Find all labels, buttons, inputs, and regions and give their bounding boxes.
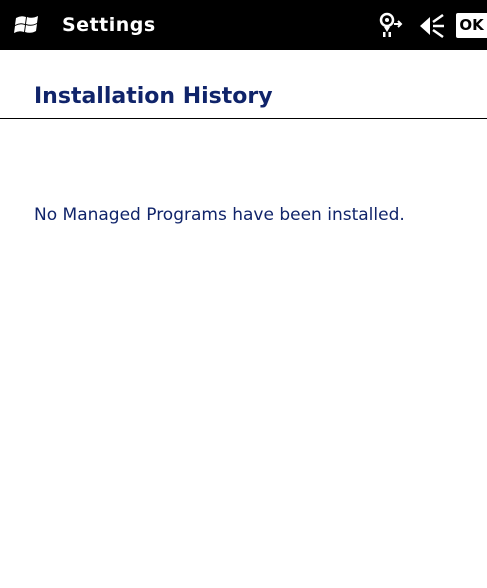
empty-state-message: No Managed Programs have been installed. bbox=[34, 205, 405, 225]
volume-icon[interactable] bbox=[417, 13, 445, 39]
title-bar: Settings OK bbox=[0, 0, 487, 50]
windows-flag-icon[interactable] bbox=[14, 12, 40, 38]
page-header: Installation History bbox=[0, 50, 487, 119]
app-title: Settings bbox=[62, 14, 156, 36]
connectivity-icon[interactable] bbox=[377, 11, 405, 39]
page-title: Installation History bbox=[34, 84, 273, 109]
content-area: No Managed Programs have been installed. bbox=[0, 119, 487, 588]
ok-button[interactable]: OK bbox=[456, 13, 487, 38]
